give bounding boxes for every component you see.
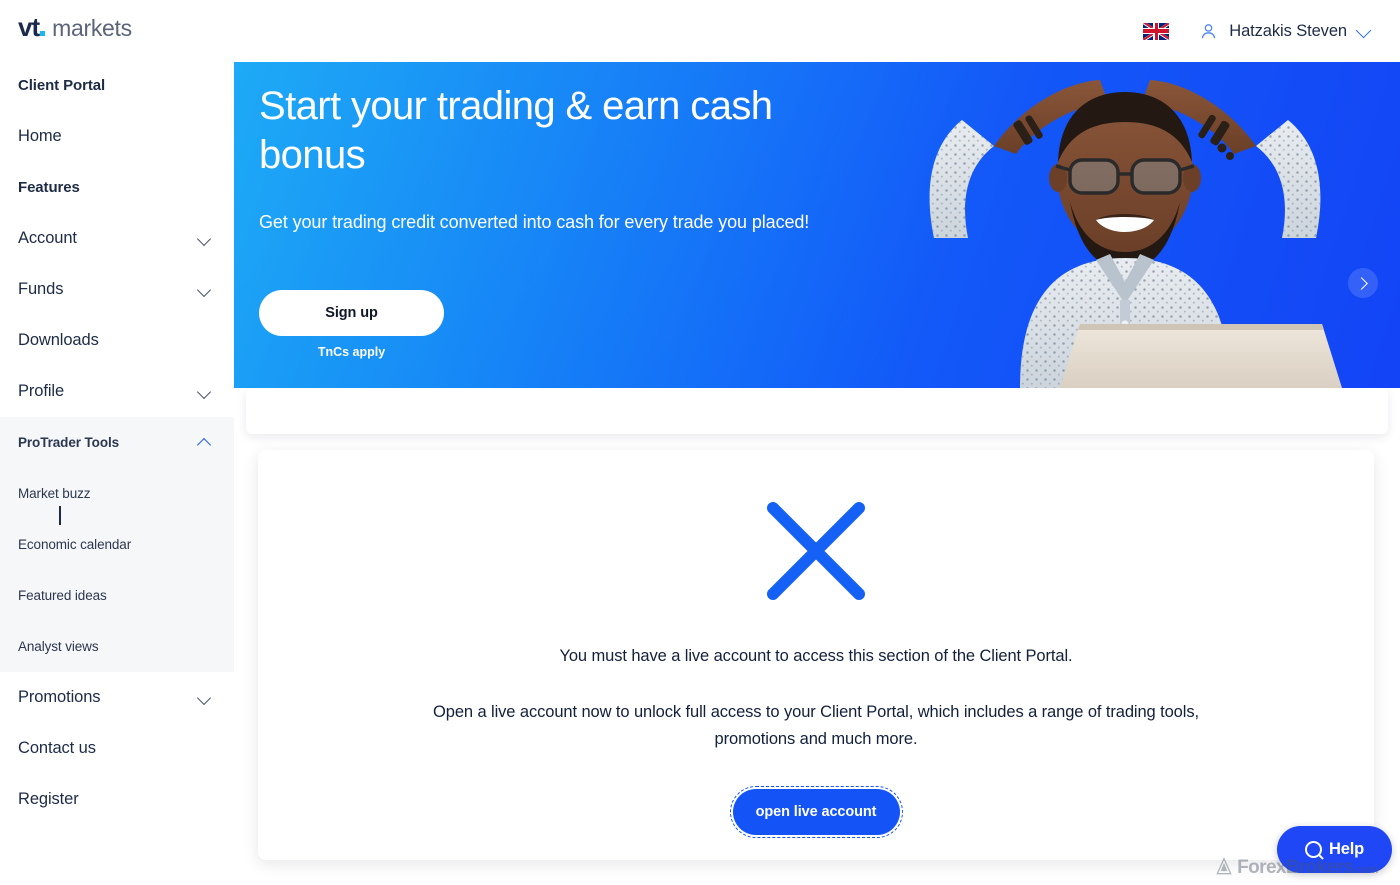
sidebar-subitem-label: Market buzz (18, 486, 91, 501)
sidebar: vt markets Client Portal Home Features A… (0, 0, 234, 885)
logo-vt-text: vt (18, 12, 40, 42)
sidebar-item-contact-us[interactable]: Contact us (0, 723, 234, 774)
sidebar-item-funds[interactable]: Funds (0, 264, 234, 315)
sidebar-item-profile[interactable]: Profile (0, 366, 234, 417)
sidebar-item-label: Downloads (18, 331, 99, 349)
sidebar-item-label: Client Portal (18, 77, 106, 94)
access-denied-card: You must have a live account to access t… (258, 450, 1374, 860)
sidebar-item-home[interactable]: Home (0, 111, 234, 162)
top-header: Hatzakis Steven (234, 0, 1400, 62)
chevron-down-icon (199, 283, 212, 296)
sign-up-button[interactable]: Sign up (259, 290, 444, 336)
help-button-label: Help (1329, 840, 1364, 858)
chevron-up-icon (199, 436, 212, 449)
sidebar-item-label: Account (18, 229, 77, 247)
x-cross-icon (767, 502, 865, 600)
user-name-label: Hatzakis Steven (1229, 21, 1347, 40)
sidebar-item-label: Features (18, 179, 80, 196)
sidebar-item-promotions[interactable]: Promotions (0, 672, 234, 723)
sidebar-item-features[interactable]: Features (0, 162, 234, 213)
sidebar-subitem-label: Featured ideas (18, 588, 107, 603)
hero-photo-smiling-man (929, 80, 1342, 388)
sidebar-item-label: Profile (18, 382, 65, 400)
sidebar-item-label: Promotions (18, 688, 101, 706)
sidebar-item-label: ProTrader Tools (18, 435, 120, 450)
sidebar-group-protrader-tools: ProTrader Tools Market buzz Economic cal… (0, 417, 234, 672)
sidebar-subitem-label: Analyst views (18, 639, 99, 654)
sidebar-item-analyst-views[interactable]: Analyst views (0, 621, 234, 672)
promo-banner: Start your trading & earn cash bonus Get… (234, 62, 1400, 388)
sidebar-item-label: Funds (18, 280, 64, 298)
content-strip (246, 388, 1388, 434)
carousel-next-button[interactable] (1348, 268, 1378, 298)
chevron-down-icon (199, 232, 212, 245)
chevron-down-icon (1358, 24, 1372, 38)
logo-dot-icon (40, 31, 46, 36)
forexbrokers-logo-icon (1216, 857, 1232, 875)
sidebar-item-market-buzz[interactable]: Market buzz (0, 468, 234, 519)
banner-subtext: Get your trading credit converted into c… (259, 212, 810, 232)
sidebar-item-client-portal[interactable]: Client Portal (0, 60, 234, 111)
banner-headline: Start your trading & earn cash bonus (259, 84, 773, 177)
sidebar-item-downloads[interactable]: Downloads (0, 315, 234, 366)
sidebar-item-label: Home (18, 127, 62, 145)
brand-logo[interactable]: vt markets (18, 12, 132, 43)
sidebar-nav: Client Portal Home Features Account Fund… (0, 60, 234, 825)
chevron-down-icon (199, 385, 212, 398)
sidebar-item-account[interactable]: Account (0, 213, 234, 264)
user-menu[interactable]: Hatzakis Steven (1199, 22, 1372, 41)
access-message-primary: You must have a live account to access t… (559, 647, 1073, 665)
text-cursor (59, 506, 61, 525)
open-live-account-button[interactable]: open live account (729, 786, 903, 839)
sidebar-item-featured-ideas[interactable]: Featured ideas (0, 570, 234, 621)
sidebar-subitem-label: Economic calendar (18, 537, 132, 552)
sidebar-item-register[interactable]: Register (0, 774, 234, 825)
help-button[interactable]: Help (1277, 826, 1392, 873)
logo-markets-text: markets (52, 15, 132, 41)
uk-flag-icon[interactable] (1143, 22, 1170, 40)
promo-banner-background: Start your trading & earn cash bonus Get… (234, 62, 1400, 388)
tncs-apply-link[interactable]: TnCs apply (259, 345, 444, 359)
person-icon (1202, 23, 1216, 38)
help-circle-icon (1305, 841, 1323, 858)
sidebar-item-label: Contact us (18, 739, 96, 757)
access-message-secondary: Open a live account now to unlock full a… (433, 703, 1199, 748)
sidebar-item-label: Register (18, 790, 79, 808)
sidebar-item-economic-calendar[interactable]: Economic calendar (0, 519, 234, 570)
chevron-down-icon (199, 691, 212, 704)
sidebar-item-protrader-tools[interactable]: ProTrader Tools (0, 417, 234, 468)
client-portal-page: vt markets Client Portal Home Features A… (0, 0, 1400, 885)
